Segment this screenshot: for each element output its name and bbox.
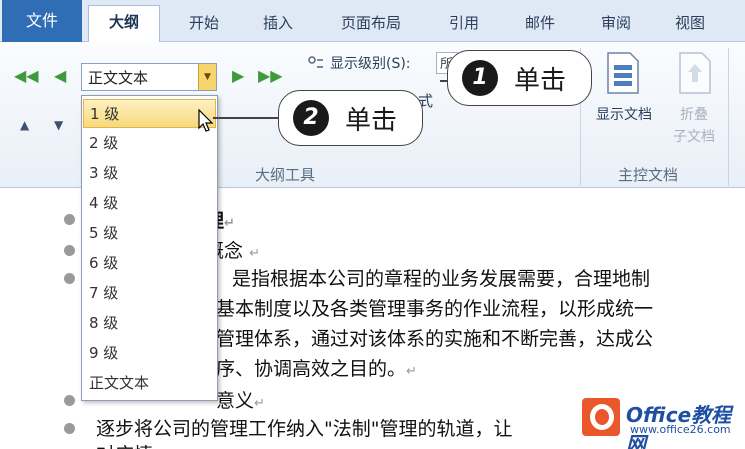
tab-page-layout[interactable]: 页面布局 bbox=[326, 8, 416, 38]
move-up-icon[interactable]: ▲ bbox=[20, 118, 29, 132]
demote-icon[interactable]: ▶ bbox=[232, 66, 244, 85]
callout-step-2: 2 单击 bbox=[278, 90, 423, 146]
dropdown-item-level-9[interactable]: 9 级 bbox=[83, 339, 216, 368]
step-number-badge: 2 bbox=[293, 100, 329, 136]
show-level-icon bbox=[308, 56, 323, 68]
dropdown-item-level-5[interactable]: 5 级 bbox=[83, 219, 216, 248]
tab-insert[interactable]: 插入 bbox=[246, 8, 310, 38]
demote-to-body-icon[interactable]: ▶▶ bbox=[258, 66, 283, 85]
doc-line: 意义↵ bbox=[216, 390, 265, 412]
step-number-badge: 1 bbox=[462, 60, 498, 96]
collapse-label-1[interactable]: 折叠 bbox=[664, 104, 724, 124]
chevron-down-icon[interactable]: ▼ bbox=[198, 64, 216, 90]
office-logo-icon bbox=[582, 398, 620, 436]
outline-bullet[interactable] bbox=[64, 395, 75, 406]
dropdown-item-level-7[interactable]: 7 级 bbox=[83, 279, 216, 308]
move-down-icon[interactable]: ▼ bbox=[54, 118, 63, 132]
callout-text: 单击 bbox=[345, 106, 398, 136]
outline-tools-group-label: 大纲工具 bbox=[255, 166, 316, 184]
outline-level-dropdown: 1 级 2 级 3 级 4 级 5 级 6 级 7 级 8 级 9 级 正文文本 bbox=[81, 95, 218, 401]
callout-text: 单击 bbox=[514, 66, 567, 96]
show-document-button[interactable]: 显示文档 bbox=[588, 104, 660, 124]
show-document-icon[interactable] bbox=[606, 52, 640, 94]
dropdown-item-level-2[interactable]: 2 级 bbox=[83, 129, 216, 158]
promote-icon[interactable]: ◀ bbox=[54, 66, 66, 85]
dropdown-item-level-8[interactable]: 8 级 bbox=[83, 309, 216, 338]
tab-mailings[interactable]: 邮件 bbox=[508, 8, 572, 38]
doc-line: 基本制度以及各类管理事务的作业流程，以形成统一 bbox=[216, 298, 654, 320]
tab-home[interactable]: 开始 bbox=[172, 8, 236, 38]
collapse-label-2[interactable]: 子文档 bbox=[664, 126, 724, 146]
doc-line: 序、协调高效之目的。↵ bbox=[216, 358, 417, 380]
dropdown-item-level-6[interactable]: 6 级 bbox=[83, 249, 216, 278]
doc-line: 管理体系，通过对该体系的实施和不断完善，达成公 bbox=[216, 328, 654, 350]
doc-line: 是指根据本公司的章程的业务发展需要，合理地制 bbox=[232, 268, 651, 290]
callout-step-1: 1 单击 bbox=[447, 50, 592, 106]
master-document-group-label: 主控文档 bbox=[618, 166, 679, 184]
dropdown-item-level-1[interactable]: 1 级 bbox=[83, 99, 216, 128]
dropdown-item-body-text[interactable]: 正文文本 bbox=[83, 369, 216, 398]
outline-level-value: 正文文本 bbox=[88, 69, 149, 87]
dropdown-item-level-3[interactable]: 3 级 bbox=[83, 159, 216, 188]
outline-bullet[interactable] bbox=[64, 273, 75, 284]
watermark-url: www.office26.com bbox=[630, 423, 731, 436]
outline-level-combo[interactable]: 正文文本 ▼ bbox=[81, 63, 217, 91]
show-level-label: 显示级别(S): bbox=[330, 56, 411, 72]
outline-bullet[interactable] bbox=[64, 245, 75, 256]
doc-line: 对应情 bbox=[96, 440, 153, 449]
tab-file[interactable]: 文件 bbox=[2, 0, 82, 42]
doc-line: 逐步将公司的管理工作纳入"法制"管理的轨道，让 bbox=[96, 418, 513, 440]
office-watermark: Office教程网 www.office26.com bbox=[580, 396, 742, 449]
promote-to-heading1-icon[interactable]: ◀◀ bbox=[14, 66, 39, 85]
tab-outline[interactable]: 大纲 bbox=[88, 5, 160, 43]
dropdown-item-level-4[interactable]: 4 级 bbox=[83, 189, 216, 218]
collapse-subdocs-icon[interactable] bbox=[678, 52, 712, 94]
outline-bullet[interactable] bbox=[64, 423, 75, 434]
tab-review[interactable]: 审阅 bbox=[584, 8, 648, 38]
group-separator bbox=[728, 48, 729, 186]
tab-view[interactable]: 视图 bbox=[658, 8, 722, 38]
outline-bullet[interactable] bbox=[64, 214, 75, 225]
callout-leader-line bbox=[213, 117, 281, 119]
ribbon-tab-bar: 文件 大纲 开始 插入 页面布局 引用 邮件 审阅 视图 bbox=[0, 0, 745, 43]
tab-references[interactable]: 引用 bbox=[432, 8, 496, 38]
mouse-cursor-icon bbox=[198, 109, 214, 132]
